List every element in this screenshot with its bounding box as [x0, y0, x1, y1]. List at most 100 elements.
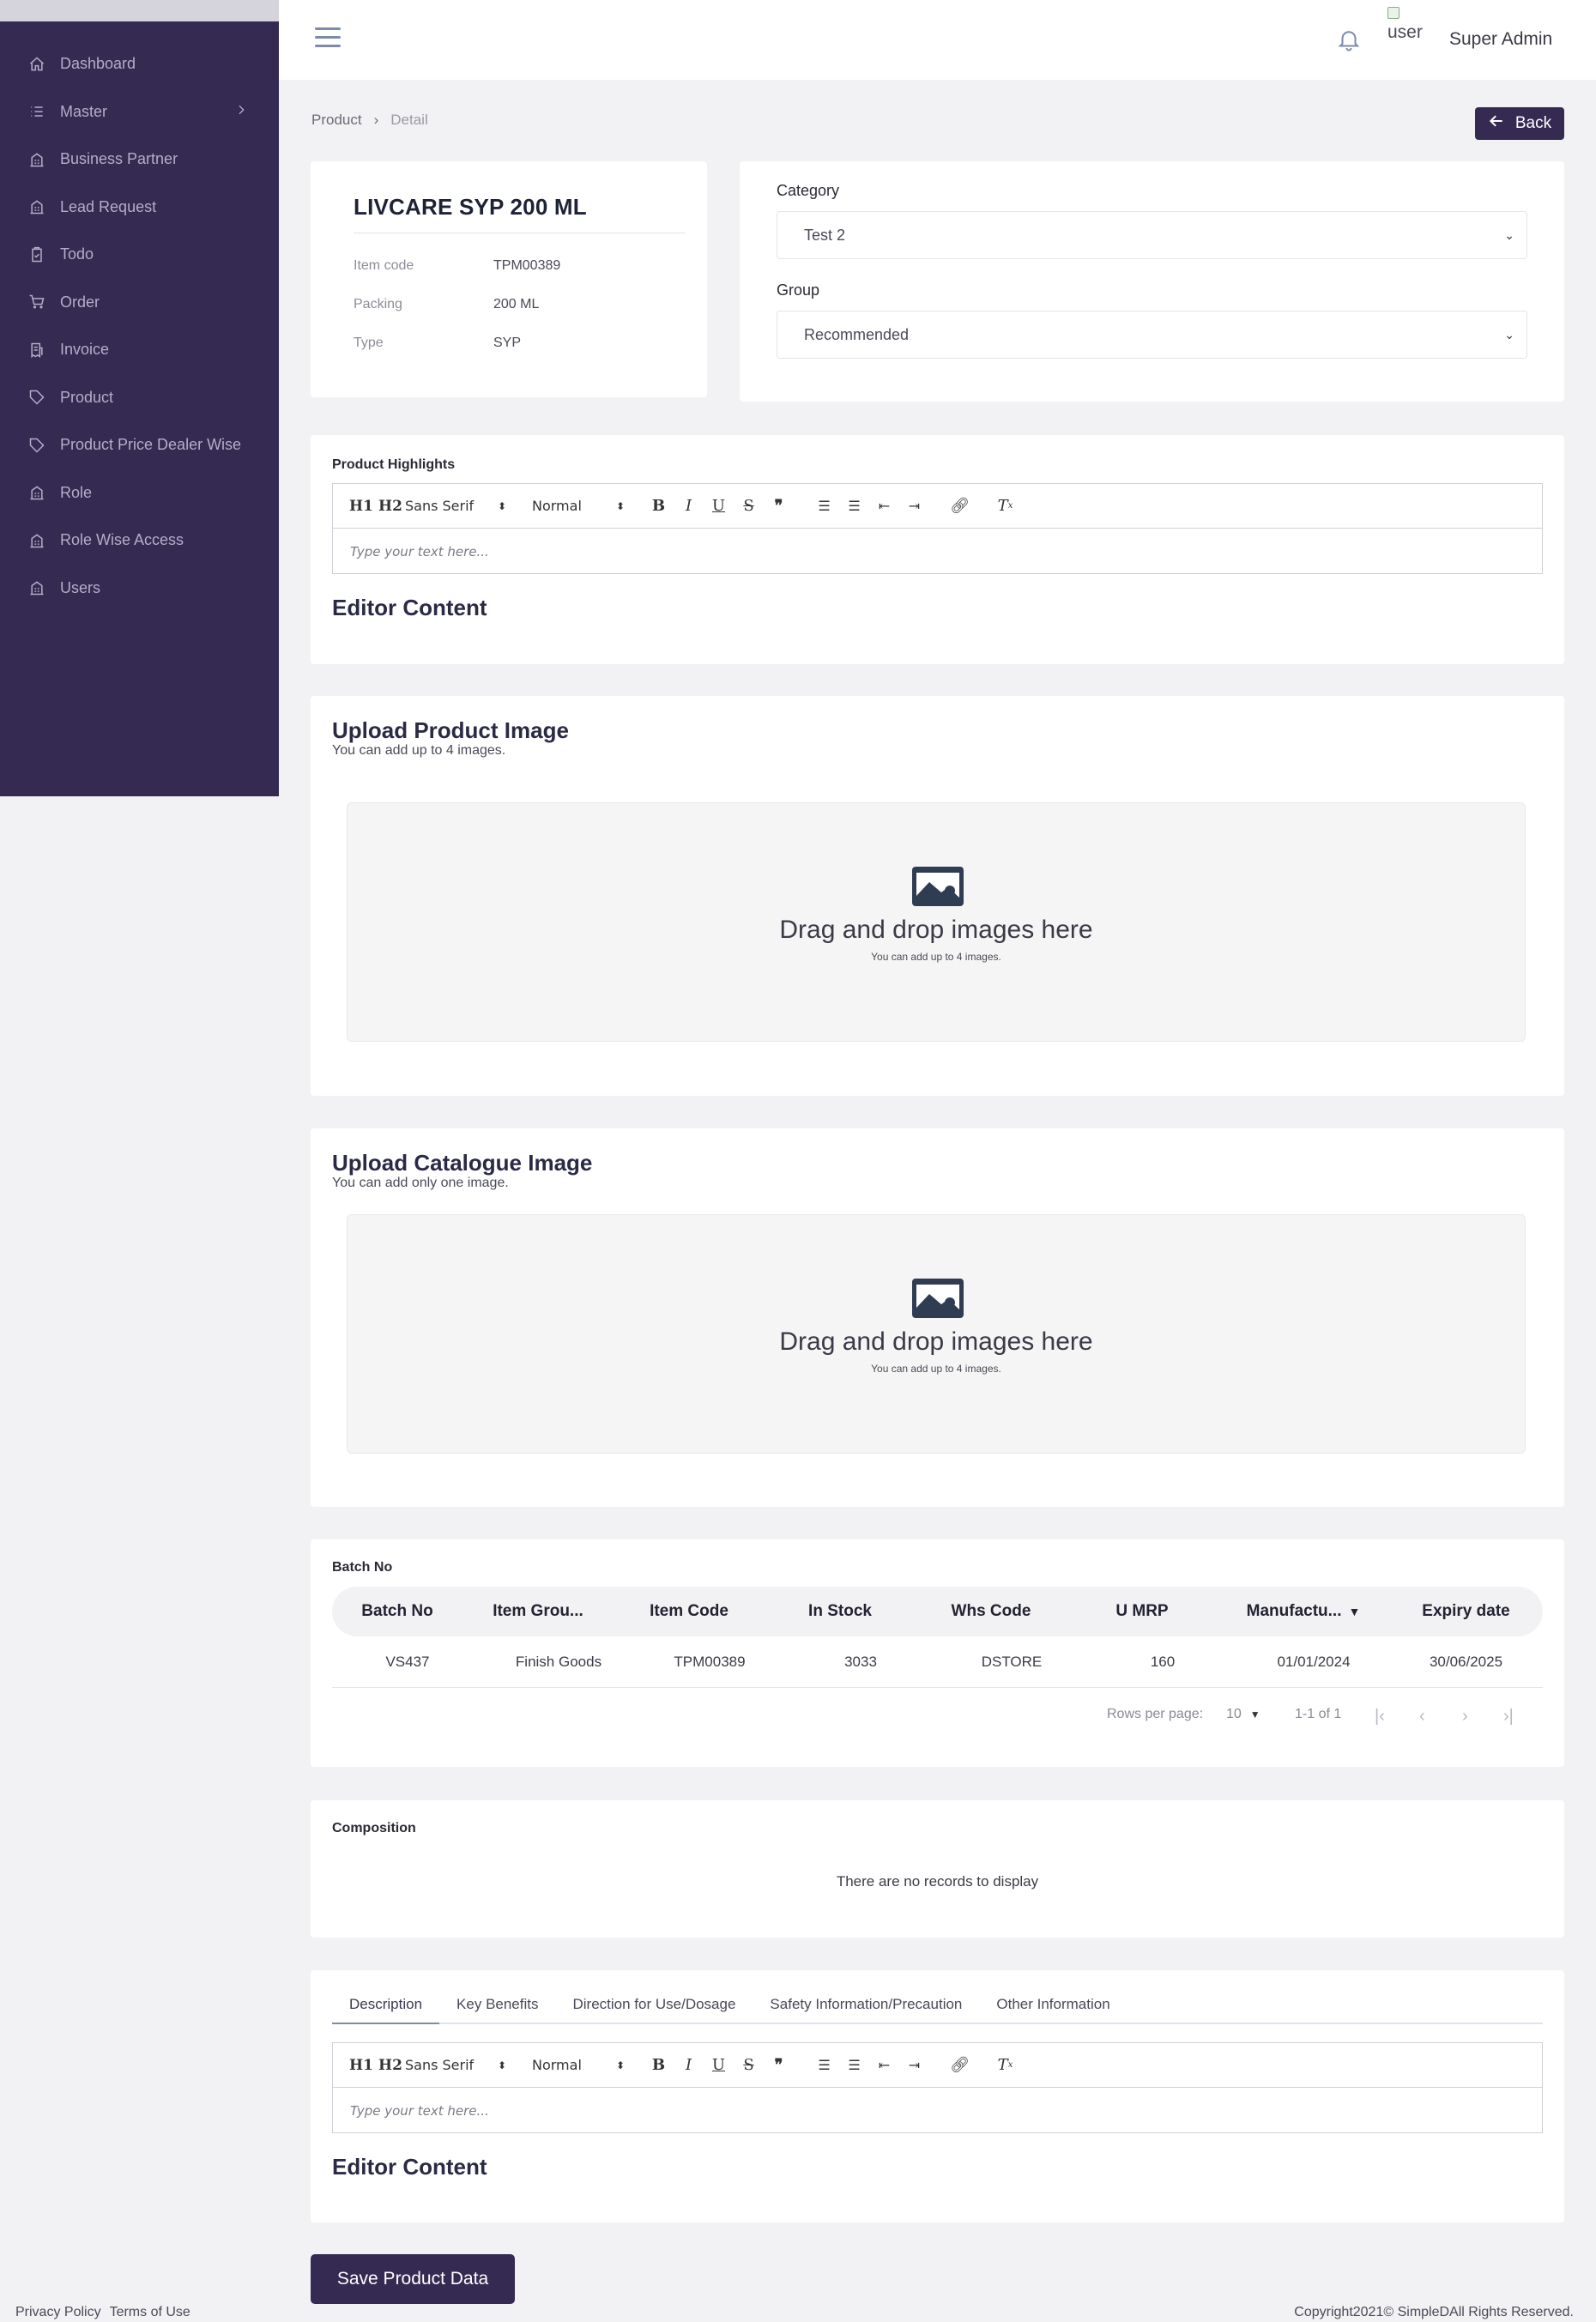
- strikethrough-icon[interactable]: S: [734, 2053, 764, 2077]
- sidebar-item-business-partner[interactable]: Business Partner: [0, 136, 279, 184]
- sidebar-item-order[interactable]: Order: [0, 279, 279, 327]
- menu-toggle-icon[interactable]: [315, 27, 341, 50]
- updown-icon: ⬍: [497, 2059, 506, 2071]
- bullet-list-icon[interactable]: ☰: [839, 2053, 869, 2077]
- editor-content-heading: Editor Content: [332, 595, 487, 620]
- sidebar-item-invoice[interactable]: Invoice: [0, 326, 279, 374]
- dropzone-text: Drag and drop images here: [779, 1327, 1093, 1356]
- tag-icon: [27, 436, 46, 455]
- description-editor-input[interactable]: Type your text here...: [333, 2088, 1542, 2133]
- home-icon: [27, 55, 46, 74]
- link-icon[interactable]: 🔗︎: [945, 2053, 975, 2077]
- highlights-editor-input[interactable]: Type your text here...: [333, 529, 1542, 574]
- sidebar-item-todo[interactable]: Todo: [0, 231, 279, 279]
- outdent-icon[interactable]: ⇤: [869, 2053, 899, 2077]
- column-header[interactable]: Item Grou...: [462, 1602, 614, 1621]
- indent-icon[interactable]: ⇥: [899, 494, 929, 518]
- heading2-button[interactable]: H2: [376, 2053, 405, 2077]
- back-button[interactable]: Back: [1475, 107, 1564, 140]
- indent-icon[interactable]: ⇥: [899, 2053, 929, 2077]
- clear-format-icon[interactable]: Tx: [990, 2053, 1020, 2077]
- heading2-label: H2: [378, 497, 402, 515]
- column-header[interactable]: Whs Code: [916, 1602, 1067, 1621]
- bold-icon[interactable]: B: [644, 494, 674, 518]
- rows-per-page-select[interactable]: 10 ▼: [1226, 1707, 1260, 1722]
- sidebar-item-dashboard[interactable]: Dashboard: [0, 40, 279, 88]
- tab-bar: Description Key Benefits Direction for U…: [332, 1986, 1543, 2024]
- sidebar-item-label: Order: [60, 293, 100, 311]
- breadcrumb: Product › Detail: [311, 112, 428, 129]
- catalogue-image-dropzone[interactable]: Drag and drop images here You can add up…: [347, 1214, 1526, 1454]
- bullet-list-icon[interactable]: ☰: [839, 494, 869, 518]
- table-row[interactable]: VS437 Finish Goods TPM00389 3033 DSTORE …: [332, 1637, 1543, 1688]
- terms-of-use-link[interactable]: Terms of Use: [110, 2305, 190, 2320]
- column-header[interactable]: Item Code: [614, 1602, 765, 1621]
- font-select[interactable]: Sans Serif ⬍: [405, 2053, 511, 2077]
- sidebar-item-product-price-dealer-wise[interactable]: Product Price Dealer Wise: [0, 421, 279, 469]
- sidebar-item-users[interactable]: Users: [0, 565, 279, 613]
- italic-icon[interactable]: I: [674, 2053, 704, 2077]
- sidebar-item-role-wise-access[interactable]: Role Wise Access: [0, 517, 279, 565]
- chevron-down-icon: ⌄: [1504, 228, 1514, 242]
- clear-format-icon[interactable]: Tx: [990, 494, 1020, 518]
- link-icon[interactable]: 🔗︎: [945, 494, 975, 518]
- product-image-dropzone[interactable]: Drag and drop images here You can add up…: [347, 802, 1526, 1042]
- group-select[interactable]: Recommended ⌄: [777, 311, 1527, 359]
- heading1-button[interactable]: H1: [347, 2053, 376, 2077]
- breadcrumb-product[interactable]: Product: [311, 112, 362, 129]
- tab-safety-information[interactable]: Safety Information/Precaution: [753, 1986, 979, 2023]
- sidebar-item-product[interactable]: Product: [0, 374, 279, 422]
- avatar[interactable]: user: [1387, 7, 1423, 43]
- category-select[interactable]: Test 2 ⌄: [777, 211, 1527, 259]
- next-page-icon[interactable]: ›: [1462, 1707, 1468, 1726]
- first-page-icon[interactable]: |‹: [1375, 1707, 1385, 1726]
- size-select[interactable]: Normal ⬍: [525, 2053, 630, 2077]
- tab-other-information[interactable]: Other Information: [979, 1986, 1127, 2023]
- ordered-list-icon[interactable]: ☰: [809, 494, 839, 518]
- column-header[interactable]: Batch No: [332, 1602, 462, 1621]
- heading2-label: H2: [378, 2056, 402, 2074]
- last-page-icon[interactable]: ›|: [1503, 1707, 1514, 1726]
- underline-icon[interactable]: U: [704, 2053, 734, 2077]
- tab-direction-for-use[interactable]: Direction for Use/Dosage: [556, 1986, 753, 2023]
- pagination-range: 1-1 of 1: [1295, 1707, 1342, 1721]
- save-product-button[interactable]: Save Product Data: [311, 2254, 515, 2304]
- prev-page-icon[interactable]: ‹: [1419, 1707, 1425, 1726]
- strikethrough-icon[interactable]: S: [734, 494, 764, 518]
- sidebar-item-master[interactable]: Master: [0, 88, 279, 136]
- bold-icon[interactable]: B: [644, 2053, 674, 2077]
- sidebar-item-role[interactable]: Role: [0, 469, 279, 517]
- caret-down-icon: ▼: [1249, 1708, 1260, 1720]
- blockquote-icon[interactable]: ❞: [764, 494, 794, 518]
- sidebar-nav: Dashboard Master Business Partner Lead R…: [0, 21, 279, 612]
- notification-bell-icon[interactable]: [1336, 26, 1362, 55]
- sidebar-item-lead-request[interactable]: Lead Request: [0, 184, 279, 232]
- privacy-policy-link[interactable]: Privacy Policy: [15, 2305, 101, 2320]
- sidebar-logo-area: [0, 0, 279, 21]
- spec-label: Type: [354, 336, 384, 350]
- tab-description[interactable]: Description: [332, 1986, 440, 2024]
- column-header[interactable]: U MRP: [1067, 1602, 1218, 1621]
- heading1-button[interactable]: H1: [347, 494, 376, 518]
- sidebar-item-label: Todo: [60, 245, 94, 263]
- ordered-list-icon[interactable]: ☰: [809, 2053, 839, 2077]
- sidebar-item-label: Business Partner: [60, 150, 178, 168]
- italic-icon[interactable]: I: [674, 494, 704, 518]
- highlights-label: Product Highlights: [332, 457, 456, 472]
- heading2-button[interactable]: H2: [376, 494, 405, 518]
- tab-key-benefits[interactable]: Key Benefits: [439, 1986, 555, 2023]
- sidebar-item-label: Lead Request: [60, 197, 157, 215]
- outdent-icon[interactable]: ⇤: [869, 494, 899, 518]
- column-header-sorted[interactable]: Manufactu... ▼: [1218, 1602, 1389, 1621]
- font-select[interactable]: Sans Serif ⬍: [405, 494, 511, 518]
- column-header[interactable]: In Stock: [765, 1602, 916, 1621]
- column-header[interactable]: Expiry date: [1389, 1602, 1543, 1621]
- blockquote-icon[interactable]: ❞: [764, 2053, 794, 2077]
- description-editor: H1 H2 Sans Serif ⬍ Normal ⬍ B I U S ❞ ☰ ☰ …: [332, 2042, 1543, 2133]
- table-cell: TPM00389: [674, 1654, 746, 1670]
- size-select[interactable]: Normal ⬍: [525, 494, 630, 518]
- underline-icon[interactable]: U: [704, 494, 734, 518]
- table-header: Batch No Item Grou... Item Code In Stock…: [332, 1587, 1543, 1636]
- tag-icon: [27, 388, 46, 407]
- user-name[interactable]: Super Admin: [1449, 29, 1552, 50]
